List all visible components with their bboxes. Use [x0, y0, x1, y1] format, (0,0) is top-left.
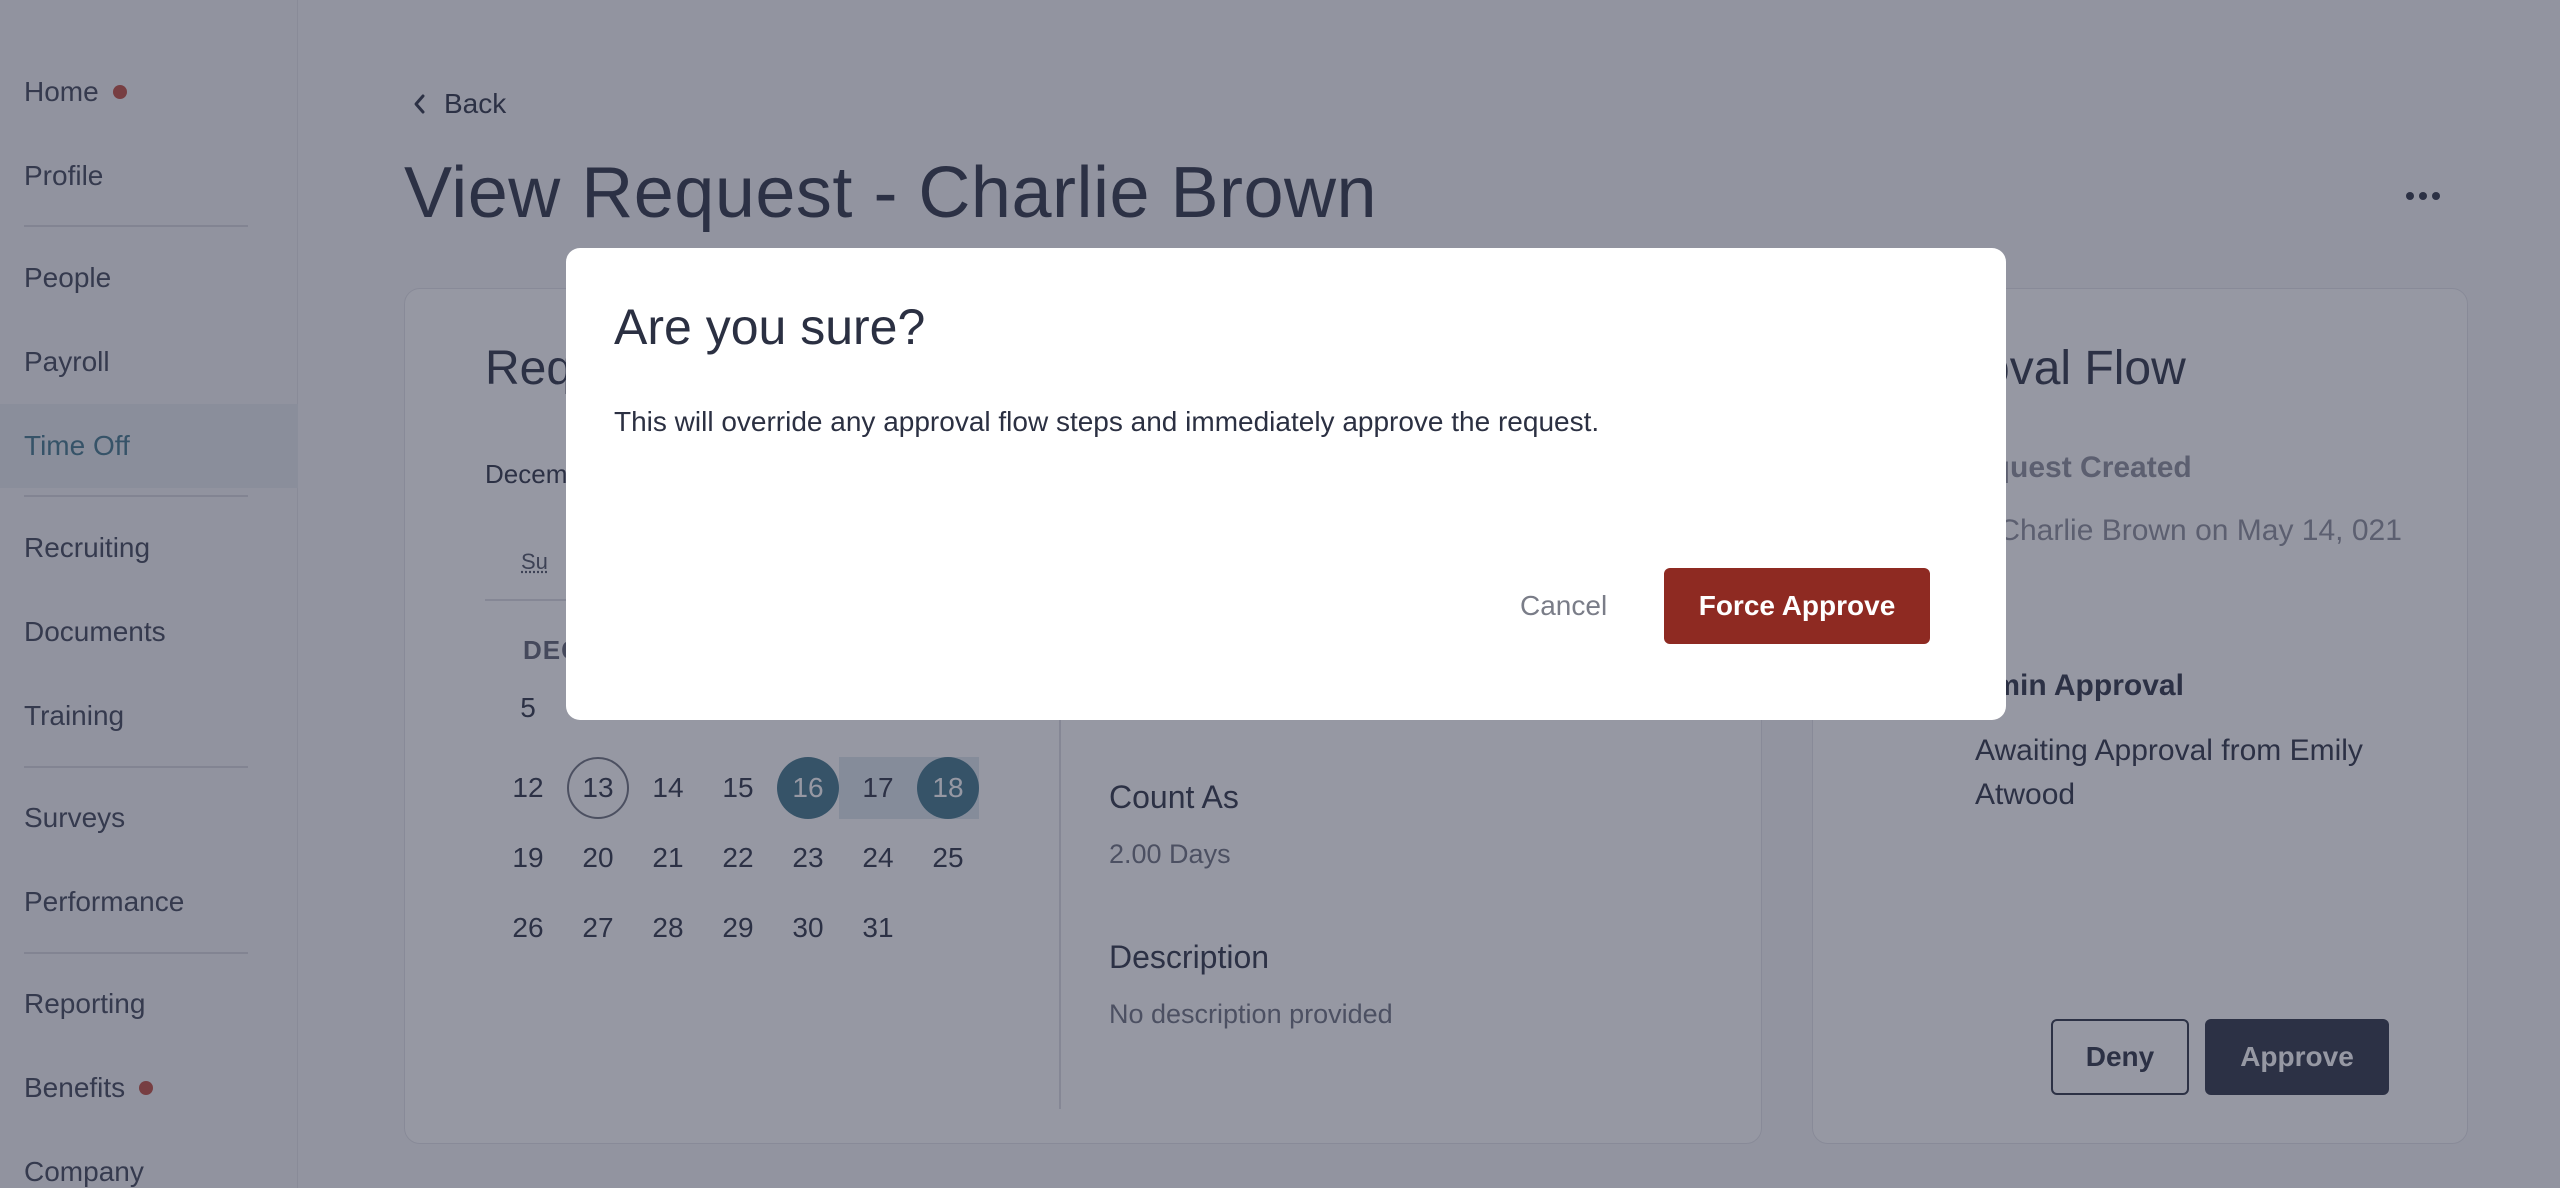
- cancel-button[interactable]: Cancel: [1520, 568, 1607, 644]
- dialog-title: Are you sure?: [614, 299, 926, 355]
- force-approve-button[interactable]: Force Approve: [1664, 568, 1930, 644]
- dialog-message: This will override any approval flow ste…: [614, 406, 1600, 437]
- confirm-dialog: Are you sure? This will override any app…: [566, 248, 2006, 720]
